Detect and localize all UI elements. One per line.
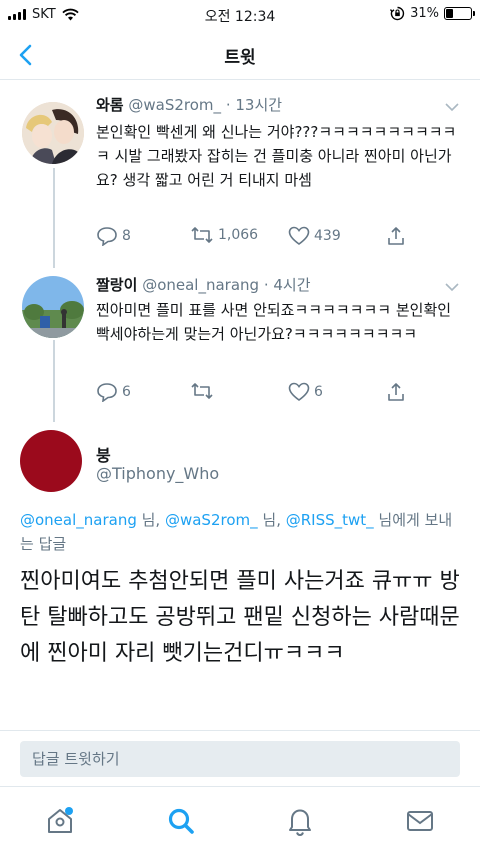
thread-line xyxy=(53,168,55,268)
retweet-action[interactable]: 1,066 xyxy=(190,226,258,244)
avatar-illustration xyxy=(22,102,84,164)
share-icon xyxy=(388,383,404,401)
page-title: 트윗 xyxy=(224,48,256,68)
avatar-photo xyxy=(22,276,84,338)
tweet-time: 13시간 xyxy=(235,96,283,114)
tab-bar xyxy=(0,786,480,854)
chevron-down-icon[interactable] xyxy=(444,282,460,292)
heart-icon xyxy=(288,382,310,401)
nav-bar: 트윗 xyxy=(0,30,480,80)
mention-link[interactable]: @RISS_twt_ xyxy=(286,511,374,529)
mention-link[interactable]: @oneal_narang xyxy=(20,511,137,529)
share-icon xyxy=(388,227,404,245)
tweet-header: 짤랑이 @oneal_narang · 4시간 xyxy=(96,276,311,294)
retweet-icon xyxy=(191,227,213,243)
share-action[interactable] xyxy=(386,382,406,402)
tweet-text: 찐아미면 플미 표를 사면 안되죠ㅋㅋㅋㅋㅋㅋㅋ 본인확인 빡세야하는게 맞는거… xyxy=(96,301,452,343)
like-count: 439 xyxy=(314,228,341,244)
main-user-handle[interactable]: @Tiphony_Who xyxy=(96,464,219,483)
chevron-down-icon[interactable] xyxy=(444,102,460,112)
status-bar: SKT 오전 12:34 31% xyxy=(0,0,480,30)
battery-icon xyxy=(444,7,475,20)
reply-icon xyxy=(97,227,117,246)
main-avatar[interactable] xyxy=(20,430,82,492)
reply-to-line: @oneal_narang 님, @waS2rom_ 님, @RISS_twt_… xyxy=(20,511,453,553)
display-name[interactable]: 짤랑이 xyxy=(96,276,137,294)
avatar[interactable] xyxy=(22,102,84,164)
heart-icon xyxy=(288,226,310,245)
user-handle[interactable]: @oneal_narang xyxy=(142,276,259,294)
main-tweet-text: 찐아미여도 추첨안되면 플미 사는거죠 큐ㅠㅠ 방탄 탈빠하고도 공방뛰고 팬밑… xyxy=(20,569,460,666)
reply-action[interactable]: 8 xyxy=(96,226,131,246)
share-action[interactable] xyxy=(386,226,406,246)
tweet-text: 본인확인 빡센게 왜 신나는 거야???ㅋㅋㅋㅋㅋㅋㅋㅋㅋㅋㅋ 시발 그래봤자 … xyxy=(96,123,457,189)
retweet-icon xyxy=(191,383,213,399)
battery-fill xyxy=(446,9,454,18)
battery-percent: 31% xyxy=(410,6,439,21)
main-display-name[interactable]: 붕 xyxy=(96,442,111,466)
display-name[interactable]: 와롬 xyxy=(96,96,124,114)
search-icon[interactable] xyxy=(165,805,197,837)
avatar[interactable] xyxy=(22,276,84,338)
like-action[interactable]: 439 xyxy=(288,226,341,246)
user-handle[interactable]: @waS2rom_ xyxy=(128,96,221,114)
tweet-actions: 6 6 xyxy=(96,382,416,406)
status-right: 31% xyxy=(390,6,475,21)
tweet-header: 와롬 @waS2rom_ · 13시간 xyxy=(96,96,283,114)
reply-input[interactable] xyxy=(20,741,460,777)
thread-line xyxy=(53,340,55,422)
notifications-icon[interactable] xyxy=(284,805,316,837)
retweet-action[interactable] xyxy=(190,382,218,400)
like-action[interactable]: 6 xyxy=(288,382,323,402)
reply-bar xyxy=(0,730,480,786)
home-icon[interactable] xyxy=(44,805,76,837)
reply-count: 8 xyxy=(122,228,131,244)
mention-link[interactable]: @waS2rom_ xyxy=(165,511,258,529)
reply-count: 6 xyxy=(122,384,131,400)
reply-action[interactable]: 6 xyxy=(96,382,131,402)
tweet-2[interactable]: 짤랑이 @oneal_narang · 4시간 찐아미면 플미 표를 사면 안되… xyxy=(0,262,480,422)
tweet-actions: 8 1,066 439 xyxy=(96,226,416,250)
tweet-1[interactable]: 와롬 @waS2rom_ · 13시간 본인확인 빡센게 왜 신나는 거야???… xyxy=(0,80,480,270)
messages-icon[interactable] xyxy=(404,805,436,837)
like-count: 6 xyxy=(314,384,323,400)
retweet-count: 1,066 xyxy=(218,227,259,243)
reply-icon xyxy=(97,383,117,402)
orientation-lock-icon xyxy=(390,6,405,21)
tweet-time: 4시간 xyxy=(273,276,311,294)
